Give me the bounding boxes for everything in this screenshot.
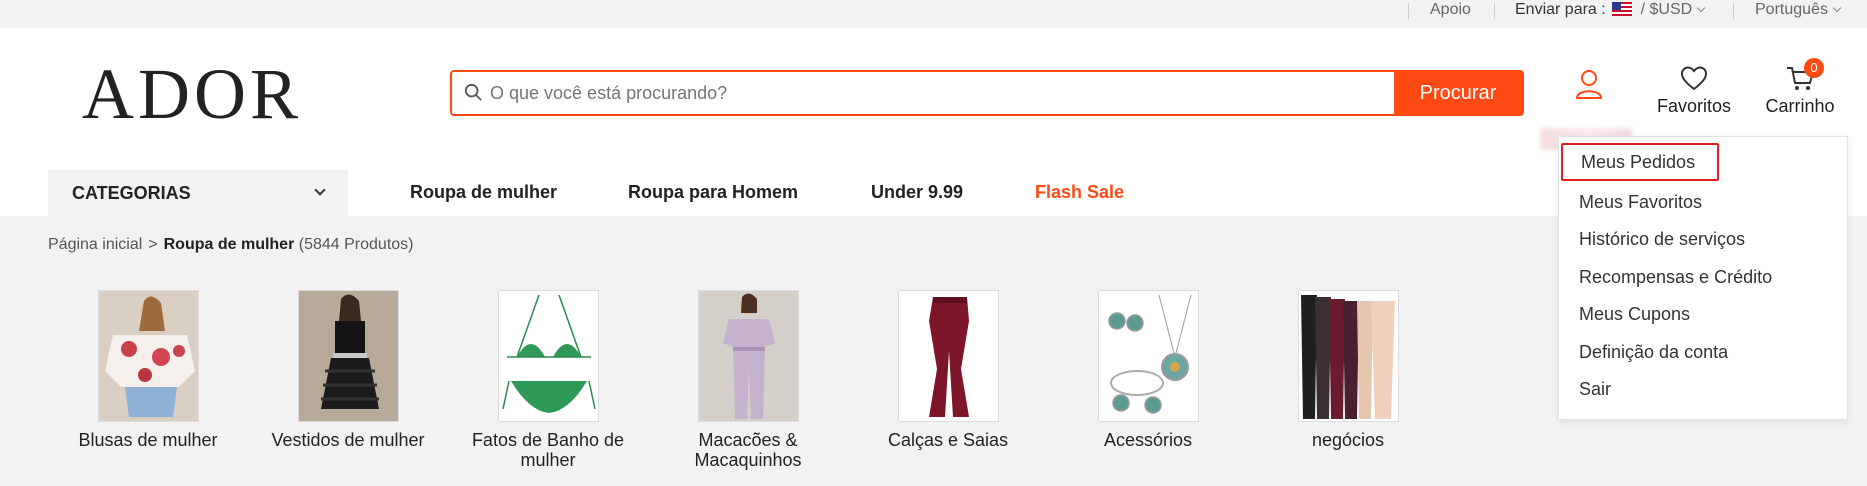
account-button[interactable] [1540, 64, 1636, 150]
cart-label: Carrinho [1765, 96, 1835, 116]
divider [1733, 3, 1734, 19]
category-label: Calças e Saias [887, 430, 1009, 450]
search-icon [464, 83, 482, 101]
nav-link-roupa-de-mulher[interactable]: Roupa de mulher [410, 168, 557, 216]
currency-label: / $USD [1640, 1, 1693, 18]
search-bar: Procurar [450, 70, 1524, 116]
blouse-image [97, 290, 199, 422]
category-tile[interactable]: negócios [1248, 290, 1448, 450]
category-label: Blusas de mulher [78, 430, 218, 450]
breadcrumb-current: Roupa de mulher [163, 236, 295, 253]
categories-label: CATEGORIAS [72, 183, 191, 203]
us-flag-icon [1612, 2, 1633, 16]
category-tile[interactable]: Macacões & Macaquinhos [648, 290, 848, 470]
breadcrumb-home[interactable]: Página inicial [48, 236, 142, 253]
search-button[interactable]: Procurar [1394, 70, 1522, 116]
category-tile[interactable]: Acessórios [1048, 290, 1248, 450]
jumpsuit-image [697, 290, 799, 422]
menu-item-my-orders[interactable]: Meus Pedidos [1561, 143, 1719, 181]
dress-image [297, 290, 399, 422]
menu-item-my-favorites[interactable]: Meus Favoritos [1579, 184, 1702, 220]
category-tile[interactable]: Blusas de mulher [48, 290, 248, 450]
category-label: Vestidos de mulher [271, 430, 425, 450]
menu-item-sign-out[interactable]: Sair [1579, 371, 1611, 407]
heart-icon [1680, 66, 1708, 91]
cart-count-badge: 0 [1804, 58, 1824, 78]
search-input[interactable] [490, 72, 1440, 114]
bikini-image [497, 290, 599, 422]
divider [1408, 3, 1409, 19]
nav-link-flash-sale[interactable]: Flash Sale [1035, 168, 1124, 216]
category-label: Acessórios [1103, 430, 1193, 450]
chevron-down-icon [1832, 3, 1842, 13]
language-selector[interactable]: Português [1755, 0, 1842, 20]
support-link[interactable]: Apoio [1430, 0, 1471, 20]
user-icon [1575, 70, 1603, 99]
ship-to-selector[interactable]: Enviar para : / $USD [1515, 0, 1706, 20]
product-count: (5844 Produtos) [298, 236, 414, 253]
menu-item-my-coupons[interactable]: Meus Cupons [1579, 296, 1690, 332]
account-dropdown-menu: Meus Pedidos Meus Favoritos Histórico de… [1558, 136, 1848, 420]
leggings-image [1297, 290, 1399, 422]
menu-item-account-settings[interactable]: Definição da conta [1579, 334, 1728, 370]
nav-link-under-9-99[interactable]: Under 9.99 [871, 168, 963, 216]
categories-dropdown[interactable]: CATEGORIAS [48, 170, 348, 216]
top-bar: Apoio Enviar para : / $USD Português [0, 0, 1867, 28]
ship-to-label: Enviar para : [1515, 1, 1606, 18]
pants-image [897, 290, 999, 422]
category-tile[interactable]: Fatos de Banho de mulher [448, 290, 648, 470]
menu-item-service-history[interactable]: Histórico de serviços [1579, 221, 1745, 257]
nav-link-roupa-para-homem[interactable]: Roupa para Homem [628, 168, 798, 216]
menu-item-rewards-credit[interactable]: Recompensas e Crédito [1579, 259, 1772, 295]
cart-button[interactable]: 0 Carrinho [1758, 58, 1842, 117]
category-label: Fatos de Banho de mulher [471, 430, 625, 470]
category-tile[interactable]: Vestidos de mulher [248, 290, 448, 450]
favorites-label: Favoritos [1656, 96, 1732, 116]
chevron-down-icon [314, 184, 326, 196]
favorites-button[interactable]: Favoritos [1652, 64, 1736, 117]
category-label: negócios [1311, 430, 1385, 450]
language-label: Português [1755, 1, 1828, 18]
breadcrumb: Página inicial > Roupa de mulher (5844 Pro… [48, 236, 414, 254]
category-label: Macacões & Macaquinhos [694, 430, 802, 470]
chevron-down-icon [1696, 3, 1706, 13]
category-tile[interactable]: Calças e Saias [848, 290, 1048, 450]
site-logo[interactable]: ADOR [82, 58, 302, 130]
divider [1494, 3, 1495, 19]
jewelry-image [1097, 290, 1199, 422]
breadcrumb-separator: > [148, 236, 158, 253]
